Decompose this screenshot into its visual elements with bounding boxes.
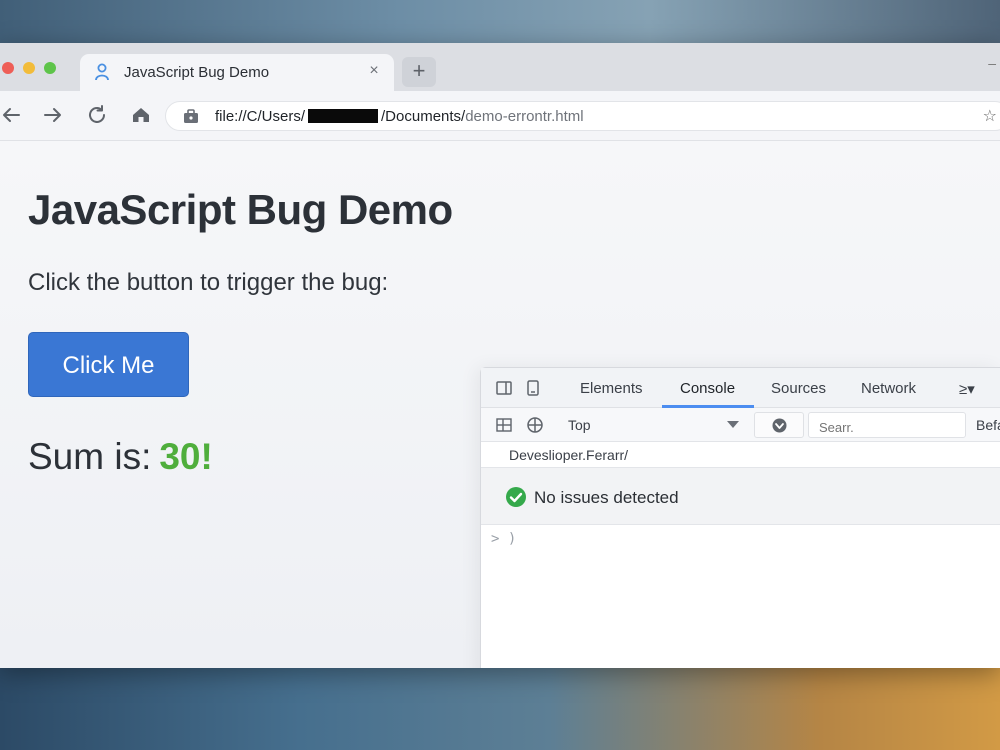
home-icon[interactable] — [130, 104, 152, 126]
clear-console-icon[interactable] — [526, 416, 544, 434]
browser-tab-active[interactable]: JavaScript Bug Demo × — [80, 54, 394, 91]
context-selector[interactable]: Top — [568, 417, 591, 433]
address-url: file://C/Users/ /Documents/demo-errontr.h… — [215, 108, 584, 125]
devtools-panel: Elements Console Sources Network ≥▾ Top … — [480, 367, 1000, 668]
minimize-icon[interactable]: – — [988, 55, 996, 71]
close-tab-icon[interactable]: × — [364, 61, 384, 81]
zoom-window-button[interactable] — [44, 62, 56, 74]
tab-console[interactable]: Console — [680, 380, 735, 397]
tab-strip: JavaScript Bug Demo × + – — [0, 43, 1000, 91]
sidebar-toggle-icon[interactable] — [495, 416, 513, 434]
desktop-backdrop-top — [0, 0, 1000, 45]
console-filter-input[interactable] — [808, 412, 966, 438]
console-breadcrumb: Deveslioper.Ferarr/ — [509, 447, 629, 463]
minimize-window-button[interactable] — [23, 62, 35, 74]
forward-arrow-icon[interactable] — [42, 104, 64, 126]
devtools-tab-bar: Elements Console Sources Network ≥▾ — [481, 368, 1000, 408]
sum-result: Sum is: 30! — [28, 436, 213, 478]
more-tabs-icon[interactable]: ≥▾ — [959, 380, 975, 398]
live-expression-button[interactable] — [754, 412, 804, 438]
redacted-username — [308, 109, 379, 123]
back-arrow-icon[interactable] — [0, 104, 22, 126]
browser-window: JavaScript Bug Demo × + – file://C/Users… — [0, 43, 1000, 668]
close-window-button[interactable] — [2, 62, 14, 74]
issues-text: No issues detected — [534, 488, 679, 507]
issues-banner: No issues detected — [481, 467, 1000, 525]
user-icon — [95, 63, 109, 81]
reload-icon[interactable] — [86, 104, 108, 126]
bookmark-star-icon[interactable]: ☆ — [983, 106, 997, 126]
page-instruction: Click the button to trigger the bug: — [28, 269, 389, 296]
url-prefix: file://C/Users/ — [215, 108, 306, 125]
page-title: JavaScript Bug Demo — [28, 186, 453, 233]
page-content: JavaScript Bug Demo Click the button to … — [0, 141, 1000, 668]
chevron-down-icon[interactable] — [727, 421, 739, 428]
address-bar[interactable]: file://C/Users/ /Documents/demo-errontr.h… — [165, 101, 1000, 131]
url-file: demo-errontr.html — [465, 108, 584, 125]
new-tab-button[interactable]: + — [402, 57, 436, 87]
tab-elements[interactable]: Elements — [580, 380, 643, 397]
tab-sources[interactable]: Sources — [771, 380, 826, 397]
tab-network[interactable]: Network — [861, 380, 916, 397]
sum-label: Sum is: — [28, 436, 152, 477]
check-circle-icon — [506, 487, 526, 507]
console-prompt[interactable]: > ) — [491, 531, 516, 547]
desktop-backdrop-bottom — [0, 660, 1000, 750]
browser-toolbar: file://C/Users/ /Documents/demo-errontr.h… — [0, 91, 1000, 141]
tab-title: JavaScript Bug Demo — [124, 64, 270, 81]
device-toolbar-icon[interactable] — [524, 379, 542, 397]
inspect-element-icon[interactable] — [495, 379, 513, 397]
url-middle: /Documents/ — [381, 108, 466, 125]
sum-value: 30! — [159, 436, 213, 477]
default-levels-dropdown[interactable]: Befa — [976, 417, 1000, 433]
eye-icon — [772, 418, 787, 433]
click-me-button[interactable]: Click Me — [28, 332, 189, 397]
console-filter-bar: Top Befa — [481, 408, 1000, 442]
page-info-icon[interactable] — [182, 108, 200, 124]
